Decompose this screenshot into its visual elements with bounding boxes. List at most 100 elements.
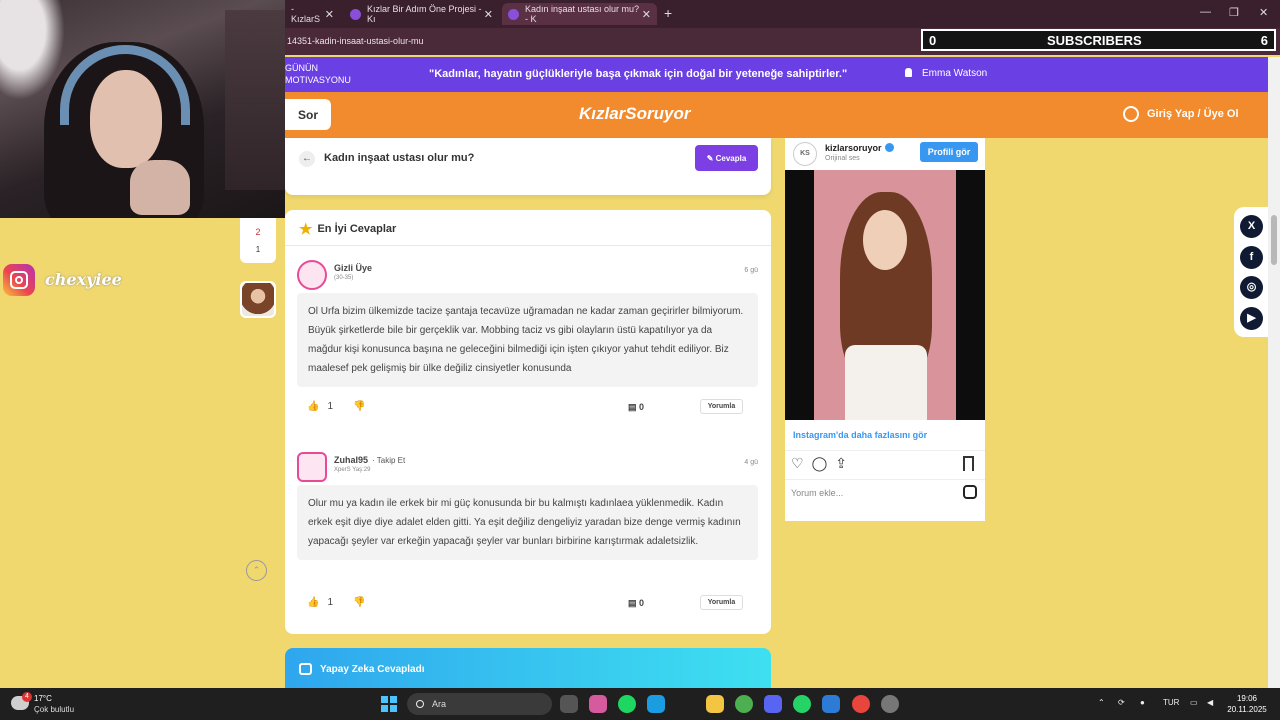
reply-button[interactable]: Yorumla	[700, 595, 743, 610]
restore-icon[interactable]: ❐	[1229, 6, 1239, 19]
volume-icon[interactable]: ◀	[1207, 698, 1213, 707]
instagram-icon[interactable]	[963, 485, 977, 499]
subscribers-label: SUBSCRIBERS	[1047, 32, 1142, 48]
tab-label: Kızlar Bir Adım Öne Projesi - Kı	[367, 4, 482, 24]
close-window-icon[interactable]: ✕	[1259, 6, 1268, 19]
instagram-post-image[interactable]	[785, 170, 985, 420]
best-answers-heading: ★ En İyi Cevaplar	[299, 221, 397, 238]
reply-button[interactable]: Yorumla	[700, 399, 743, 414]
like-button[interactable]: 👍 1	[307, 401, 333, 412]
dislike-button[interactable]: 👎	[353, 401, 365, 412]
webcam-overlay	[0, 0, 285, 218]
anonymous-avatar[interactable]	[297, 260, 327, 290]
edge-icon[interactable]	[647, 695, 665, 713]
x-icon[interactable]: X	[1240, 215, 1263, 238]
motivation-author: Emma Watson	[905, 68, 987, 79]
browser-tab[interactable]: Kızlar Bir Adım Öne Projesi - Kı ✕	[344, 3, 499, 25]
page-scrollbar[interactable]	[1268, 57, 1280, 688]
ask-button[interactable]: Sor	[285, 99, 331, 130]
comment-count[interactable]: ▤ 0	[628, 402, 644, 413]
minimize-icon[interactable]: —	[1200, 6, 1211, 18]
discord-icon[interactable]	[764, 695, 782, 713]
taskbar-search[interactable]: Ara	[407, 693, 552, 715]
temperature: 17°C	[34, 694, 52, 703]
site-logo[interactable]: KızlarSoruyor	[579, 104, 690, 124]
ai-answers-card: Yapay Zeka Cevapladı	[285, 648, 771, 688]
answer-body: Olur mu ya kadın ile erkek bir mi güç ko…	[297, 485, 758, 560]
scroll-up-icon[interactable]: ⌃	[246, 560, 267, 581]
new-tab-plus-icon[interactable]: +	[664, 5, 672, 21]
language-indicator[interactable]: TUR	[1163, 698, 1179, 707]
vote-count-red[interactable]: 2	[240, 227, 276, 237]
motivation-label: GÜNÜN MOTIVASYONU	[285, 63, 351, 85]
answer-button[interactable]: ✎ Cevapla	[695, 145, 758, 171]
chrome-icon[interactable]	[735, 695, 753, 713]
obs-icon[interactable]	[881, 695, 899, 713]
vote-count[interactable]: 1	[240, 245, 276, 254]
whatsapp-icon[interactable]	[793, 695, 811, 713]
answer-time: 6 gü	[744, 267, 758, 274]
taskbar-clock[interactable]: 19:06 20.11.2025	[1222, 693, 1272, 715]
tray-chevron-icon[interactable]: ⌃	[1098, 698, 1105, 707]
facebook-icon[interactable]: f	[1240, 246, 1263, 269]
question-title: Kadın inşaat ustası olur mu?	[324, 152, 475, 164]
author-avatar[interactable]	[240, 281, 276, 318]
windows-start-icon[interactable]	[381, 696, 397, 712]
login-button[interactable]: Giriş Yap / Üye Ol	[1123, 106, 1239, 122]
thumbs-up-icon: 👍	[307, 401, 320, 412]
copilot-icon[interactable]	[589, 695, 607, 713]
follow-link[interactable]: · Takip Et	[372, 456, 405, 465]
comment-icon: ▤	[628, 598, 640, 608]
like-button[interactable]: 👍 1	[307, 597, 333, 608]
share-icon[interactable]: ⇪	[835, 455, 847, 471]
url-field[interactable]: 14351-kadin-insaat-ustasi-olur-mu	[287, 36, 424, 46]
display-icon[interactable]: ▭	[1190, 698, 1198, 707]
comment-input[interactable]: Yorum ekle...	[791, 488, 843, 498]
answer-username[interactable]: Gizli Üye	[334, 263, 372, 273]
share-rail: X f ◎ ▶	[1234, 207, 1268, 337]
back-arrow-icon[interactable]: ←	[299, 151, 315, 167]
comment-icon: ▤	[628, 402, 640, 412]
scrollbar-thumb[interactable]	[1271, 215, 1277, 265]
comment-bubble-icon[interactable]: ◯	[812, 455, 828, 471]
user-icon	[1123, 106, 1139, 122]
subscriber-counter-overlay: 0 SUBSCRIBERS 6	[921, 29, 1276, 51]
motivation-quote: "Kadınlar, hayatın güçlükleriyle başa çı…	[429, 68, 848, 80]
account-logo[interactable]: KS	[793, 142, 817, 166]
close-tab-icon[interactable]: ✕	[484, 8, 493, 21]
comment-count[interactable]: ▤ 0	[628, 598, 644, 609]
stream-instagram-handle: chexyiee	[45, 270, 122, 289]
instagram-actions: ♡ ◯ ⇪	[791, 455, 855, 472]
network-sync-icon[interactable]: ⟳	[1118, 698, 1125, 707]
answer-username[interactable]: Zuhal95 · Takip Et	[334, 455, 405, 465]
instagram-sound[interactable]: Orijinal ses	[825, 155, 860, 162]
view-more-on-instagram-link[interactable]: Instagram'da daha fazlasını gör	[793, 430, 927, 440]
dislike-button[interactable]: 👎	[353, 597, 365, 608]
file-explorer-icon[interactable]	[706, 695, 724, 713]
close-tab-icon[interactable]: ✕	[325, 8, 334, 21]
star-icon: ★	[299, 221, 313, 238]
divider	[285, 245, 771, 246]
app-icon[interactable]	[822, 695, 840, 713]
view-profile-button[interactable]: Profili gör	[920, 142, 978, 162]
browser-tab[interactable]: - KızlarS ✕	[285, 3, 340, 25]
youtube-icon[interactable]: ▶	[1240, 307, 1263, 330]
instagram-username[interactable]: kizlarsoruyor	[825, 143, 894, 153]
site-favicon-icon	[508, 8, 519, 20]
instagram-icon[interactable]: ◎	[1240, 276, 1263, 299]
close-tab-icon[interactable]: ✕	[642, 8, 651, 21]
browser-tab-active[interactable]: Kadın inşaat ustası olur mu? - K ✕	[502, 3, 657, 25]
pencil-icon: ✎	[706, 153, 716, 163]
tab-label: - KızlarS	[291, 4, 321, 24]
notification-badge: 4	[22, 692, 32, 702]
heart-icon[interactable]: ♡	[791, 455, 804, 471]
weather-widget[interactable]: 4 17°C Çok bulutlu	[8, 692, 88, 716]
spotify-icon[interactable]	[618, 695, 636, 713]
thumbs-up-icon: 👍	[307, 597, 320, 608]
bookmark-icon[interactable]	[963, 456, 974, 471]
chrome-profile-icon[interactable]	[852, 695, 870, 713]
task-view-icon[interactable]	[560, 695, 578, 713]
user-avatar[interactable]	[297, 452, 327, 482]
microphone-icon[interactable]: ●	[1140, 698, 1145, 707]
tab-label: Kadın inşaat ustası olur mu? - K	[525, 4, 640, 24]
